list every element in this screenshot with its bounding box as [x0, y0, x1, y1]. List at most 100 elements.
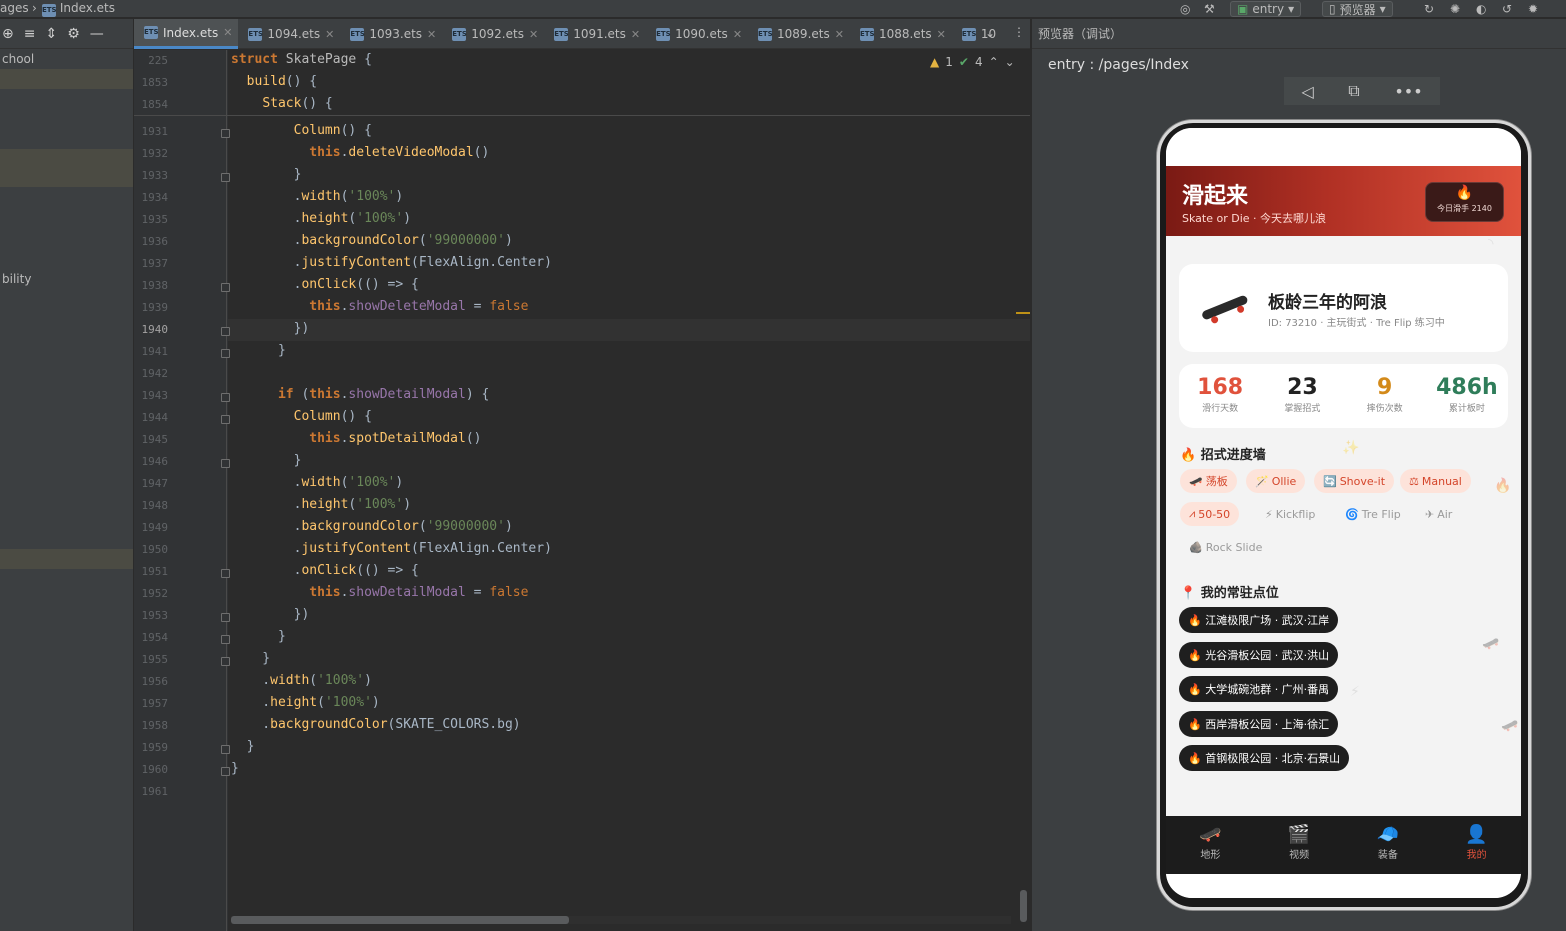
trick-chip[interactable]: ⚡ Kickflip: [1256, 502, 1324, 526]
code-line[interactable]: .height('100%'): [231, 211, 411, 226]
code-line[interactable]: Column() {: [231, 123, 372, 138]
spot-chip[interactable]: 🔥 大学城碗池群 · 广州·番禺: [1179, 676, 1339, 702]
trick-chip[interactable]: 🌀 Tre Flip: [1336, 502, 1410, 526]
spot-chip[interactable]: 🔥 江滩极限广场 · 武汉·江岸: [1179, 607, 1339, 633]
nav-item[interactable]: 👤 我的: [1432, 816, 1521, 874]
code-line[interactable]: .justifyContent(FlexAlign.Center): [231, 541, 552, 556]
fold-marker-icon[interactable]: [221, 635, 230, 644]
spot-chip[interactable]: 🔥 光谷滑板公园 · 武汉·洪山: [1179, 641, 1339, 668]
code-line[interactable]: }): [231, 607, 310, 622]
trick-chip[interactable]: 🪨 Rock Slide: [1180, 535, 1271, 559]
editor-tab[interactable]: ETS 1091.ets ✕: [544, 19, 646, 49]
code-line[interactable]: }: [231, 453, 302, 468]
fold-marker-icon[interactable]: [221, 613, 230, 622]
spot-chip[interactable]: 🔥 西岸滑板公园 · 上海·徐汇: [1179, 710, 1339, 737]
nav-item[interactable]: 🧢 装备: [1344, 816, 1433, 874]
project-tree-item[interactable]: chool: [0, 52, 133, 66]
close-icon[interactable]: ✕: [427, 28, 436, 41]
debug-icon[interactable]: ✺: [1444, 0, 1466, 18]
editor-tab[interactable]: ETS Index.ets ✕: [134, 19, 239, 49]
riders-today-badge[interactable]: 🔥 今日滑手 2140: [1425, 182, 1504, 222]
trick-chip[interactable]: ⩘ 50-50: [1180, 502, 1240, 526]
trick-chip[interactable]: 🛹 荡板: [1180, 469, 1237, 493]
code-line[interactable]: }: [231, 629, 286, 644]
inspection-widget[interactable]: ▲ 1 ✔ 4 ⌃ ⌄: [930, 55, 1015, 69]
gear-icon[interactable]: ⚙: [67, 26, 80, 42]
trick-chip[interactable]: ✈ Air: [1416, 502, 1461, 526]
profile-card[interactable]: 板龄三年的阿浪 ID: 73210 · 主玩街式 · Tre Flip 练习中: [1179, 264, 1508, 352]
code-line[interactable]: .onClick(() => {: [231, 563, 419, 578]
close-icon[interactable]: ✕: [937, 28, 946, 41]
code-line[interactable]: if (this.showDetailModal) {: [231, 387, 489, 402]
code-line[interactable]: build() {: [231, 74, 317, 89]
rotate-device-icon[interactable]: ⧉: [1348, 81, 1359, 101]
editor-tab[interactable]: ETS 1088.ets ✕: [850, 19, 952, 49]
target-icon[interactable]: ◎: [1174, 0, 1196, 18]
code-line[interactable]: }: [231, 651, 270, 666]
attach-icon[interactable]: ↺: [1496, 0, 1518, 18]
fold-marker-icon[interactable]: [221, 393, 230, 402]
chevron-down-icon[interactable]: ⌄: [1005, 55, 1015, 69]
close-icon[interactable]: ✕: [529, 28, 538, 41]
expand-all-icon[interactable]: ≡: [24, 26, 36, 42]
profile-icon[interactable]: ◐: [1470, 0, 1492, 18]
more-horizontal-icon[interactable]: •••: [1394, 82, 1422, 101]
trick-chip[interactable]: ⚖ Manual: [1400, 469, 1471, 493]
fold-marker-icon[interactable]: [221, 745, 230, 754]
code-line[interactable]: .height('100%'): [231, 695, 379, 710]
bug-icon[interactable]: ✹: [1522, 0, 1544, 18]
code-line[interactable]: }: [231, 343, 286, 358]
close-icon[interactable]: ✕: [223, 26, 232, 39]
code-line[interactable]: }): [231, 321, 310, 336]
spot-chip[interactable]: 🔥 首钢极限公园 · 北京·石景山: [1179, 745, 1350, 771]
breadcrumb-parent[interactable]: ages: [0, 1, 29, 15]
code-line[interactable]: .width('100%'): [231, 475, 404, 490]
horizontal-scrollbar-thumb[interactable]: [231, 916, 569, 924]
nav-item[interactable]: 🎬 视频: [1255, 816, 1344, 874]
code-line[interactable]: .backgroundColor(SKATE_COLORS.bg): [231, 717, 520, 732]
breadcrumb-file[interactable]: ETS Index.ets: [42, 1, 115, 17]
close-icon[interactable]: ✕: [631, 28, 640, 41]
fold-marker-icon[interactable]: [221, 283, 230, 292]
code-line[interactable]: Column() {: [231, 409, 372, 424]
code-editor[interactable]: 225 1853 1854 1931 1932 1933 1934 1935 1936 1937 1…: [134, 50, 1030, 931]
code-line[interactable]: }: [231, 167, 302, 182]
close-icon[interactable]: ✕: [325, 28, 334, 41]
hammer-icon[interactable]: ⚒: [1198, 0, 1221, 18]
editor-tab[interactable]: ETS 1094.ets ✕: [238, 19, 340, 49]
code-line[interactable]: }: [231, 761, 239, 776]
editor-tab[interactable]: ETS 1089.ets ✕: [748, 19, 850, 49]
project-tree-highlight[interactable]: [0, 549, 133, 569]
editor-tab[interactable]: ETS 1093.ets ✕: [340, 19, 442, 49]
module-dropdown[interactable]: ▣ entry ▾: [1230, 1, 1302, 17]
vertical-scrollbar-thumb[interactable]: [1020, 890, 1027, 922]
project-tree-highlight[interactable]: [0, 149, 133, 187]
chevron-down-icon[interactable]: ⌄: [985, 26, 995, 40]
code-line[interactable]: this.showDeleteModal = false: [231, 299, 528, 314]
code-line[interactable]: .backgroundColor('99000000'): [231, 233, 513, 248]
fold-marker-icon[interactable]: [221, 569, 230, 578]
device-dropdown[interactable]: ▯ 预览器 ▾: [1322, 1, 1393, 17]
code-line[interactable]: .onClick(() => {: [231, 277, 419, 292]
chevron-up-icon[interactable]: ⌃: [989, 55, 999, 69]
project-tree-item[interactable]: bility: [0, 272, 133, 286]
warning-stripe[interactable]: [1016, 312, 1030, 314]
locate-icon[interactable]: ⊕: [2, 26, 14, 42]
fold-marker-icon[interactable]: [221, 349, 230, 358]
collapse-all-icon[interactable]: ⇕: [45, 26, 57, 42]
fold-marker-icon[interactable]: [221, 129, 230, 138]
code-line[interactable]: this.spotDetailModal(): [231, 431, 481, 446]
run-icon[interactable]: ↻: [1418, 0, 1440, 18]
code-line[interactable]: this.showDetailModal = false: [231, 585, 528, 600]
code-line[interactable]: }: [231, 739, 255, 754]
fold-marker-icon[interactable]: [221, 767, 230, 776]
editor-tab[interactable]: ETS 1090.ets ✕: [646, 19, 748, 49]
close-icon[interactable]: ✕: [733, 28, 742, 41]
more-vertical-icon[interactable]: ⋮: [1013, 25, 1025, 39]
code-line[interactable]: struct SkatePage {: [231, 52, 372, 67]
minimize-icon[interactable]: —: [90, 26, 104, 42]
project-tree-highlight[interactable]: [0, 69, 133, 89]
code-line[interactable]: .width('100%'): [231, 189, 404, 204]
code-line[interactable]: .height('100%'): [231, 497, 411, 512]
fold-marker-icon[interactable]: [221, 173, 230, 182]
